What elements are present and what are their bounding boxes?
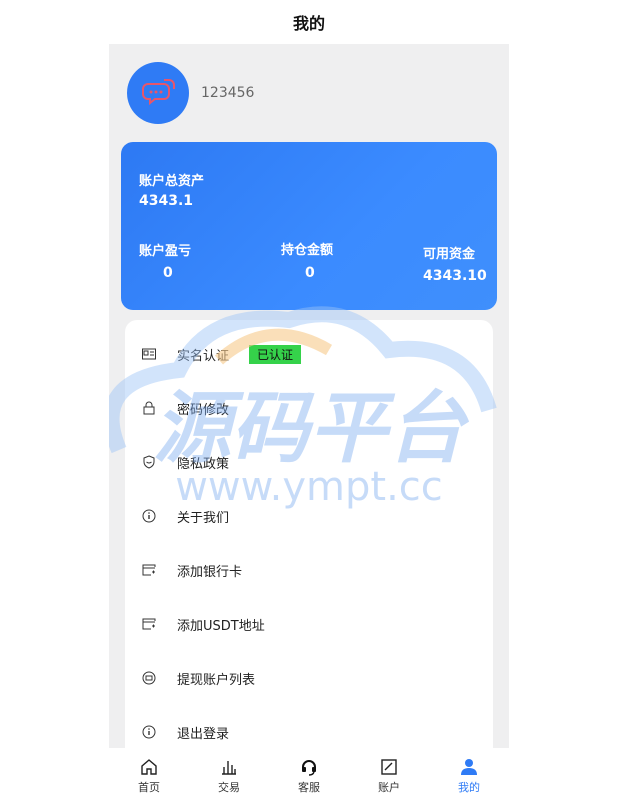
page-header: 我的	[109, 0, 509, 44]
headset-icon	[302, 760, 316, 776]
position-label: 持仓金额	[281, 243, 334, 258]
username: 123456	[201, 85, 255, 101]
info-icon	[141, 724, 157, 740]
tab-label: 客服	[298, 781, 320, 794]
tab-mine[interactable]: 我的	[429, 748, 509, 804]
total-assets-value: 4343.1	[139, 193, 194, 209]
wallet-icon	[141, 670, 157, 686]
menu-item-password[interactable]: 密码修改	[125, 388, 493, 428]
menu-item-label: 关于我们	[177, 510, 230, 526]
menu-item-label: 退出登录	[177, 726, 230, 742]
home-icon	[141, 759, 157, 775]
tab-label: 交易	[218, 781, 240, 794]
menu-item-privacy[interactable]: 隐私政策	[125, 442, 493, 482]
user-icon	[461, 759, 477, 775]
profile-section[interactable]: 123456	[127, 62, 254, 124]
assets-card: 账户总资产 4343.1 账户盈亏 0 持仓金额 0 可用资金 4343.10	[121, 142, 497, 310]
menu-item-withdraw-accounts[interactable]: 提现账户列表	[125, 658, 493, 698]
tab-trade[interactable]: 交易	[189, 748, 269, 804]
shield-icon	[141, 454, 157, 470]
page-title: 我的	[292, 14, 325, 33]
tab-label: 账户	[378, 781, 400, 794]
info-icon	[141, 508, 157, 524]
menu-item-verification[interactable]: 实名认证 已认证	[125, 334, 493, 374]
tab-support[interactable]: 客服	[269, 748, 349, 804]
menu-item-logout[interactable]: 退出登录	[125, 712, 493, 752]
tab-label: 首页	[138, 781, 160, 794]
menu-item-label: 实名认证	[177, 348, 230, 364]
lock-icon	[141, 400, 157, 416]
menu-item-add-usdt[interactable]: 添加USDT地址	[125, 604, 493, 644]
menu-item-label: 添加银行卡	[177, 564, 243, 580]
card-icon	[141, 616, 157, 632]
verified-badge: 已认证	[249, 344, 302, 364]
settings-menu: 实名认证 已认证 密码修改 隐私政策 关于我们 添加银行卡 添加USDT地址 提…	[125, 320, 493, 760]
pnl-label: 账户盈亏	[139, 244, 192, 259]
menu-item-about[interactable]: 关于我们	[125, 496, 493, 536]
card-icon	[141, 562, 157, 578]
available-label: 可用资金	[423, 247, 476, 262]
chat-bubbles-icon	[142, 79, 175, 106]
menu-item-add-bank-card[interactable]: 添加银行卡	[125, 550, 493, 590]
position-value: 0	[305, 265, 315, 281]
menu-item-label: 添加USDT地址	[177, 618, 265, 634]
app-screen: 我的 123456 账户总资产 4343.1 账户盈亏 0 持仓金额 0 可用资…	[109, 0, 509, 804]
tab-account[interactable]: 账户	[349, 748, 429, 804]
menu-item-label: 隐私政策	[177, 456, 230, 472]
menu-item-label: 提现账户列表	[177, 672, 256, 688]
available-value: 4343.10	[423, 268, 487, 284]
pnl-value: 0	[163, 265, 173, 281]
avatar[interactable]	[127, 62, 189, 124]
menu-item-label: 密码修改	[177, 402, 230, 418]
bottom-tab-bar: 首页 交易 客服 账户 我的	[109, 748, 509, 804]
tab-home[interactable]: 首页	[109, 748, 189, 804]
id-card-icon	[141, 346, 157, 362]
total-assets-label: 账户总资产	[139, 174, 205, 189]
bar-chart-icon	[222, 761, 236, 775]
tab-label: 我的	[458, 781, 480, 794]
chart-box-icon	[381, 759, 397, 775]
